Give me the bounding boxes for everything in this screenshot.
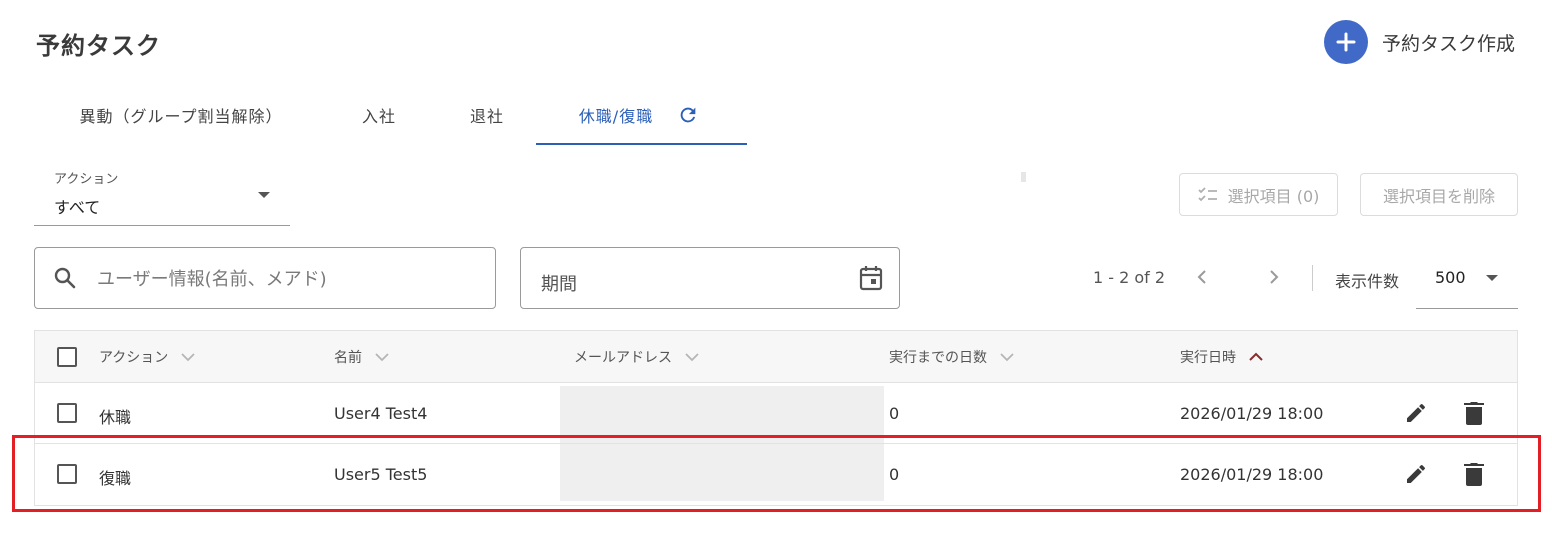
divider-mark bbox=[1021, 172, 1026, 182]
tab-bar: 異動（グループ割当解除） 入社 退社 休職/復職 bbox=[36, 86, 748, 146]
delete-selected-button[interactable]: 選択項目を削除 bbox=[1360, 173, 1518, 216]
sort-chevron-icon bbox=[180, 352, 196, 362]
task-table: アクション 名前 メールアドレス 実行までの日数 実行日時 休職 User4 T… bbox=[34, 330, 1518, 506]
per-page-value: 500 bbox=[1435, 268, 1466, 287]
dropdown-caret-icon bbox=[258, 192, 270, 198]
active-tab-indicator bbox=[536, 143, 747, 145]
cell-datetime: 2026/01/29 18:00 bbox=[1180, 404, 1324, 423]
per-page-label: 表示件数 bbox=[1335, 272, 1400, 291]
search-field bbox=[34, 247, 496, 309]
column-header-email[interactable]: メールアドレス bbox=[574, 347, 700, 367]
sort-chevron-icon bbox=[1248, 352, 1264, 362]
pagination-range: 1 - 2 of 2 bbox=[1093, 268, 1166, 287]
row-checkbox[interactable] bbox=[57, 403, 77, 423]
column-header-label: メールアドレス bbox=[574, 350, 672, 366]
cell-name: User4 Test4 bbox=[334, 404, 428, 423]
column-header-label: 名前 bbox=[334, 350, 362, 366]
cell-email-redacted bbox=[560, 444, 884, 501]
per-page-select[interactable]: 500 bbox=[1416, 250, 1518, 309]
create-task-label: 予約タスク作成 bbox=[1382, 32, 1516, 55]
plus-icon bbox=[1324, 20, 1368, 64]
page-title: 予約タスク bbox=[36, 32, 161, 60]
sort-chevron-icon bbox=[684, 352, 700, 362]
trash-icon[interactable] bbox=[1461, 400, 1487, 426]
table-row: 休職 User4 Test4 0 2026/01/29 18:00 bbox=[35, 383, 1517, 444]
row-checkbox[interactable] bbox=[57, 464, 77, 484]
column-header-name[interactable]: 名前 bbox=[334, 347, 390, 367]
select-items-button[interactable]: 選択項目 (0) bbox=[1179, 173, 1338, 216]
action-select-value: すべて bbox=[54, 198, 101, 217]
checklist-icon bbox=[1197, 186, 1218, 203]
chevron-right-icon[interactable] bbox=[1262, 266, 1284, 288]
table-row: 復職 User5 Test5 0 2026/01/29 18:00 bbox=[35, 444, 1517, 505]
action-select-caption: アクション bbox=[54, 172, 119, 187]
column-header-label: 実行までの日数 bbox=[889, 350, 987, 366]
select-all-checkbox[interactable] bbox=[57, 347, 77, 367]
cell-name: User5 Test5 bbox=[334, 465, 428, 484]
column-header-label: 実行日時 bbox=[1180, 350, 1236, 366]
sort-chevron-icon bbox=[374, 352, 390, 362]
cell-action: 休職 bbox=[99, 408, 132, 427]
dropdown-caret-icon bbox=[1486, 275, 1498, 281]
chevron-left-icon[interactable] bbox=[1192, 266, 1214, 288]
cell-action: 復職 bbox=[99, 469, 132, 488]
pagination-divider bbox=[1312, 265, 1313, 291]
tab-leave[interactable]: 退社 bbox=[454, 86, 520, 144]
search-icon bbox=[53, 266, 77, 294]
action-select[interactable]: アクション すべて bbox=[34, 162, 290, 226]
pencil-icon[interactable] bbox=[1403, 400, 1429, 426]
trash-icon[interactable] bbox=[1461, 461, 1487, 487]
sort-chevron-icon bbox=[999, 352, 1015, 362]
search-input[interactable] bbox=[97, 260, 477, 298]
tab-join[interactable]: 入社 bbox=[346, 86, 412, 144]
cell-datetime: 2026/01/29 18:00 bbox=[1180, 465, 1324, 484]
refresh-icon[interactable] bbox=[677, 104, 699, 126]
tab-transfer[interactable]: 異動（グループ割当解除） bbox=[52, 86, 310, 144]
tab-suspension[interactable]: 休職/復職 bbox=[561, 86, 717, 144]
cell-days: 0 bbox=[889, 465, 900, 484]
cell-days: 0 bbox=[889, 404, 900, 423]
table-header: アクション 名前 メールアドレス 実行までの日数 実行日時 bbox=[35, 331, 1517, 383]
column-header-days[interactable]: 実行までの日数 bbox=[889, 347, 1015, 367]
column-header-action[interactable]: アクション bbox=[99, 347, 196, 367]
period-label: 期間 bbox=[541, 274, 577, 295]
select-items-label: 選択項目 (0) bbox=[1227, 186, 1320, 206]
create-task-button[interactable]: 予約タスク作成 bbox=[1324, 20, 1515, 64]
period-field[interactable]: 期間 bbox=[520, 247, 900, 309]
tab-suspension-label: 休職/復職 bbox=[578, 107, 654, 126]
calendar-icon[interactable] bbox=[859, 265, 883, 295]
pencil-icon[interactable] bbox=[1403, 461, 1429, 487]
column-header-label: アクション bbox=[99, 350, 169, 366]
cell-email-redacted bbox=[560, 386, 884, 443]
column-header-datetime[interactable]: 実行日時 bbox=[1180, 347, 1264, 367]
